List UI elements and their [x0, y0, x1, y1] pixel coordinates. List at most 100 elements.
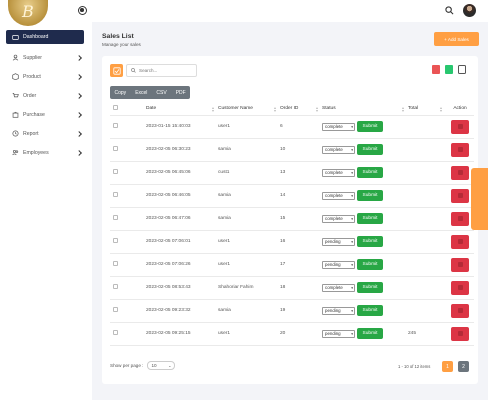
col-customer[interactable]: Customer Name ▴ ▾	[218, 103, 280, 116]
chevron-down-icon: ⌄	[168, 363, 172, 368]
row-checkbox[interactable]	[113, 215, 118, 220]
chevron-right-icon	[75, 112, 81, 117]
chevron-down-icon: ▾	[351, 170, 353, 175]
trash-icon	[457, 216, 463, 221]
submit-button[interactable]: Submit	[357, 167, 383, 178]
cell-status: complete ▾ Submit	[322, 115, 408, 139]
submit-button[interactable]: Submit	[357, 236, 383, 247]
sort-icon: ▴ ▾	[439, 105, 442, 113]
cell-customer: user1	[218, 115, 280, 139]
cell-total	[408, 207, 446, 231]
row-checkbox[interactable]	[113, 169, 118, 174]
add-sales-button[interactable]: + Add Sales	[434, 32, 479, 46]
delete-button[interactable]	[451, 188, 469, 203]
settings-side-tab[interactable]	[471, 168, 488, 230]
delete-button[interactable]	[451, 303, 469, 318]
sidebar-toggle-icon[interactable]	[78, 6, 87, 15]
status-select[interactable]: complete ▾	[322, 122, 355, 131]
search-icon[interactable]	[445, 6, 454, 15]
row-checkbox[interactable]	[113, 261, 118, 266]
status-select[interactable]: pending ▾	[322, 306, 355, 315]
cell-total	[408, 161, 446, 185]
delete-button[interactable]	[451, 257, 469, 272]
filter-button[interactable]	[110, 64, 123, 77]
search-input[interactable]	[139, 68, 189, 73]
cell-action	[446, 230, 474, 254]
pdf-icon[interactable]	[432, 65, 440, 74]
row-checkbox[interactable]	[113, 284, 118, 289]
status-select[interactable]: complete ▾	[322, 191, 355, 200]
status-select[interactable]: complete ▾	[322, 168, 355, 177]
row-checkbox[interactable]	[113, 146, 118, 151]
sidebar-item-product[interactable]: Product	[0, 67, 92, 86]
cell-order-id: 15	[280, 207, 322, 231]
row-checkbox[interactable]	[113, 192, 118, 197]
sidebar-item-dashboard[interactable]: Dashboard	[6, 30, 84, 44]
delete-button[interactable]	[451, 142, 469, 157]
submit-button[interactable]: Submit	[357, 213, 383, 224]
delete-button[interactable]	[451, 211, 469, 226]
submit-button[interactable]: Submit	[357, 328, 383, 339]
row-checkbox[interactable]	[113, 123, 118, 128]
table-header-row: Date ▴ ▾ Customer Name ▴ ▾ Order ID ▴ ▾ Status…	[110, 103, 474, 116]
chevron-right-icon	[75, 93, 81, 98]
sort-icon: ▴ ▾	[401, 105, 404, 113]
row-checkbox[interactable]	[113, 238, 118, 243]
cell-customer: user1	[218, 322, 280, 346]
table-row: 2023-02-05 06:46:05 samia 14 complete ▾ Submi…	[110, 184, 474, 208]
sidebar-item-report[interactable]: Report	[0, 124, 92, 143]
copy-button[interactable]: Copy	[110, 86, 131, 99]
submit-button[interactable]: Submit	[357, 305, 383, 316]
cell-customer: samia	[218, 138, 280, 162]
submit-button[interactable]: Submit	[357, 121, 383, 132]
col-status[interactable]: Status ▴ ▾	[322, 103, 408, 116]
per-page-select[interactable]: 10 ⌄	[147, 361, 176, 370]
sidebar-item-supplier[interactable]: Supplier	[0, 48, 92, 67]
submit-button[interactable]: Submit	[357, 282, 383, 293]
submit-button[interactable]: Submit	[357, 144, 383, 155]
cell-date: 2023-02-05 09:25:15	[146, 322, 218, 346]
submit-button[interactable]: Submit	[357, 259, 383, 270]
trash-icon	[457, 262, 463, 267]
col-date[interactable]: Date ▴ ▾	[146, 103, 218, 116]
status-select[interactable]: pending ▾	[322, 329, 355, 338]
col-order-id[interactable]: Order ID ▴ ▾	[280, 103, 322, 116]
status-select[interactable]: complete ▾	[322, 283, 355, 292]
print-icon[interactable]	[458, 65, 466, 74]
status-select[interactable]: complete ▾	[322, 214, 355, 223]
cell-status: pending ▾ Submit	[322, 322, 408, 346]
page-button-1[interactable]: 1	[442, 361, 453, 372]
csv-button[interactable]: CSV	[152, 86, 171, 99]
submit-button[interactable]: Submit	[357, 190, 383, 201]
search-field[interactable]	[126, 64, 197, 77]
table-row: 2023-02-05 09:23:32 samia 19 pending ▾ Submit	[110, 299, 474, 323]
sidebar-item-employees[interactable]: Employees	[0, 143, 92, 162]
sidebar: B Dashboard Supplier Product Order Purchase R…	[0, 0, 92, 400]
delete-button[interactable]	[451, 119, 469, 134]
row-checkbox[interactable]	[113, 307, 118, 312]
delete-button[interactable]	[451, 165, 469, 180]
row-checkbox[interactable]	[113, 330, 118, 335]
excel-icon[interactable]	[445, 65, 453, 74]
delete-button[interactable]	[451, 280, 469, 295]
cell-action	[446, 299, 474, 323]
status-select[interactable]: pending ▾	[322, 237, 355, 246]
cell-date: 2023-02-05 09:23:32	[146, 299, 218, 323]
status-select[interactable]: complete ▾	[322, 145, 355, 154]
sidebar-item-purchase[interactable]: Purchase	[0, 105, 92, 124]
status-select[interactable]: pending ▾	[322, 260, 355, 269]
pdf-button[interactable]: PDF	[171, 86, 190, 99]
page-button-2[interactable]: 2	[458, 361, 469, 372]
excel-button[interactable]: Excel	[131, 86, 152, 99]
cell-order-id: 16	[280, 230, 322, 254]
delete-button[interactable]	[451, 234, 469, 249]
chevron-down-icon: ▾	[351, 308, 353, 313]
brand-logo: B	[8, 0, 48, 26]
chevron-right-icon	[75, 74, 81, 79]
avatar[interactable]	[463, 4, 476, 17]
delete-button[interactable]	[451, 326, 469, 341]
sidebar-item-order[interactable]: Order	[0, 86, 92, 105]
select-all-checkbox[interactable]	[113, 105, 118, 111]
table-row: 2023-02-05 09:25:15 user1 20 pending ▾ Submit…	[110, 322, 474, 346]
col-total[interactable]: Total ▴ ▾	[408, 103, 446, 116]
